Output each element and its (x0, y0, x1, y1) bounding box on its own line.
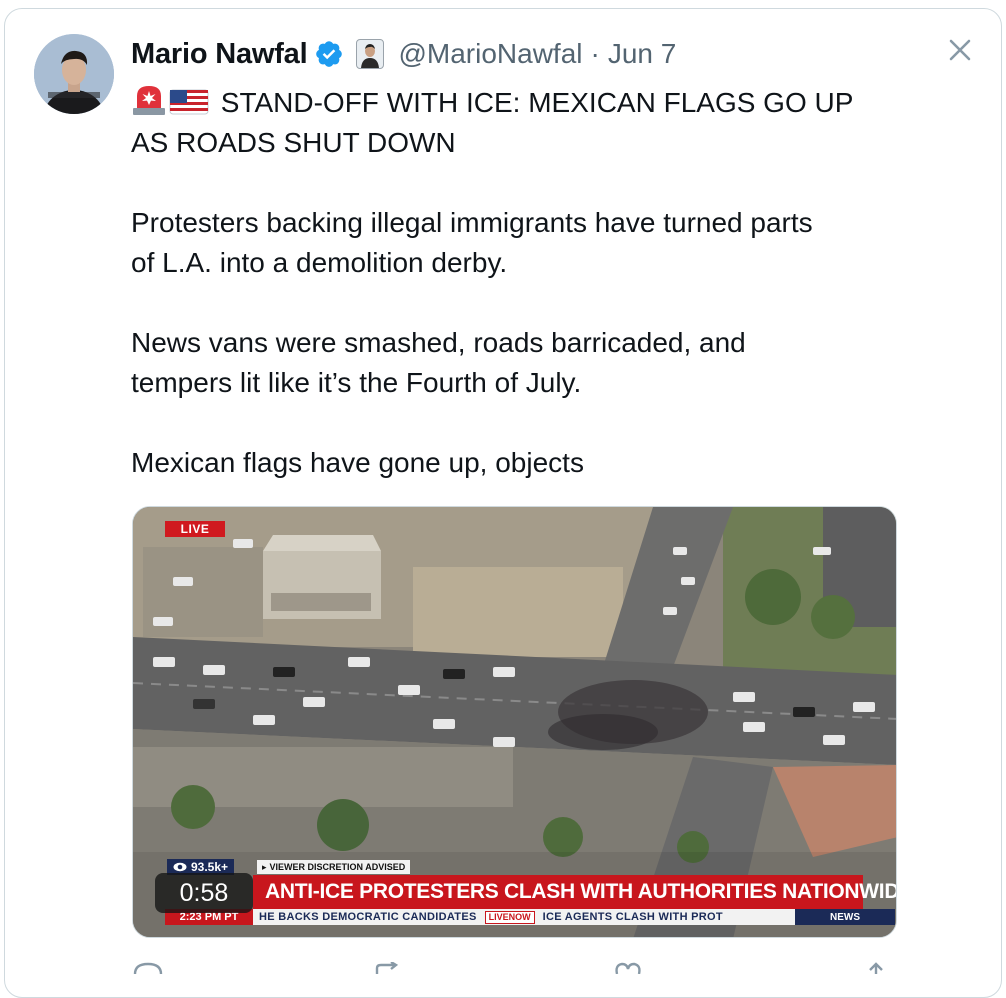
close-icon[interactable] (946, 36, 974, 64)
tweet-text-line: News vans were smashed, roads barricaded… (131, 327, 746, 358)
separator-dot: · (590, 38, 600, 69)
news-headline: ANTI-ICE PROTESTERS CLASH WITH AUTHORITI… (265, 880, 897, 903)
tweet-text-line: AS ROADS SHUT DOWN (131, 127, 456, 158)
like-icon[interactable] (611, 962, 645, 974)
video-player[interactable]: LIVE 93.5k+ ▸ VIEWER DISCRETION ADVISED A… (132, 506, 897, 938)
eye-icon (173, 862, 187, 872)
author-avatar[interactable] (34, 34, 114, 114)
tweet-line-1: STAND-OFF WITH ICE: MEXICAN FLAGS GO UP (131, 82, 921, 123)
author-name[interactable]: Mario Nawfal (131, 38, 308, 71)
tweet-text-line: Mexican flags have gone up, objects (131, 447, 584, 478)
livenow-badge: LIVENOW (484, 910, 535, 924)
action-bar (131, 962, 911, 974)
siren-emoji (133, 86, 165, 115)
discretion-notice: ▸ VIEWER DISCRETION ADVISED (257, 860, 411, 874)
tweet-text-line: tempers lit like it’s the Fourth of July… (131, 367, 582, 398)
tweet-text: STAND-OFF WITH ICE: MEXICAN FLAGS GO UP … (131, 82, 921, 483)
tweet-text-line: of L.A. into a demolition derby. (131, 247, 508, 278)
news-headline-banner: ANTI-ICE PROTESTERS CLASH WITH AUTHORITI… (253, 875, 896, 909)
live-tag: LIVE (165, 521, 225, 537)
ticker-text-1: HE BACKS DEMOCRATIC CANDIDATES (259, 911, 477, 923)
post-date[interactable]: Jun 7 (608, 38, 677, 70)
viewer-count: 93.5k+ (191, 860, 229, 874)
tweet-text-line: STAND-OFF WITH ICE: MEXICAN FLAGS GO UP (220, 87, 854, 118)
discretion-text: VIEWER DISCRETION ADVISED (269, 862, 406, 872)
news-ticker: 2:23 PM PT HE BACKS DEMOCRATIC CANDIDATE… (165, 909, 895, 925)
affiliate-badge-icon[interactable] (356, 39, 385, 69)
ticker-text-2: ICE AGENTS CLASH WITH PROT (542, 911, 723, 923)
author-handle[interactable]: @MarioNawfal (398, 38, 582, 70)
network-badge: NEWS (795, 909, 895, 925)
tweet-header: Mario Nawfal @MarioNawfal · Jun 7 (131, 34, 676, 74)
share-icon[interactable] (859, 962, 893, 974)
verified-badge-icon[interactable] (314, 39, 344, 69)
repost-icon[interactable] (371, 962, 405, 974)
video-duration: 0:58 (155, 873, 253, 913)
reply-icon[interactable] (131, 962, 165, 974)
tweet-text-line: Protesters backing illegal immigrants ha… (131, 207, 813, 238)
us-flag-emoji (169, 89, 209, 115)
